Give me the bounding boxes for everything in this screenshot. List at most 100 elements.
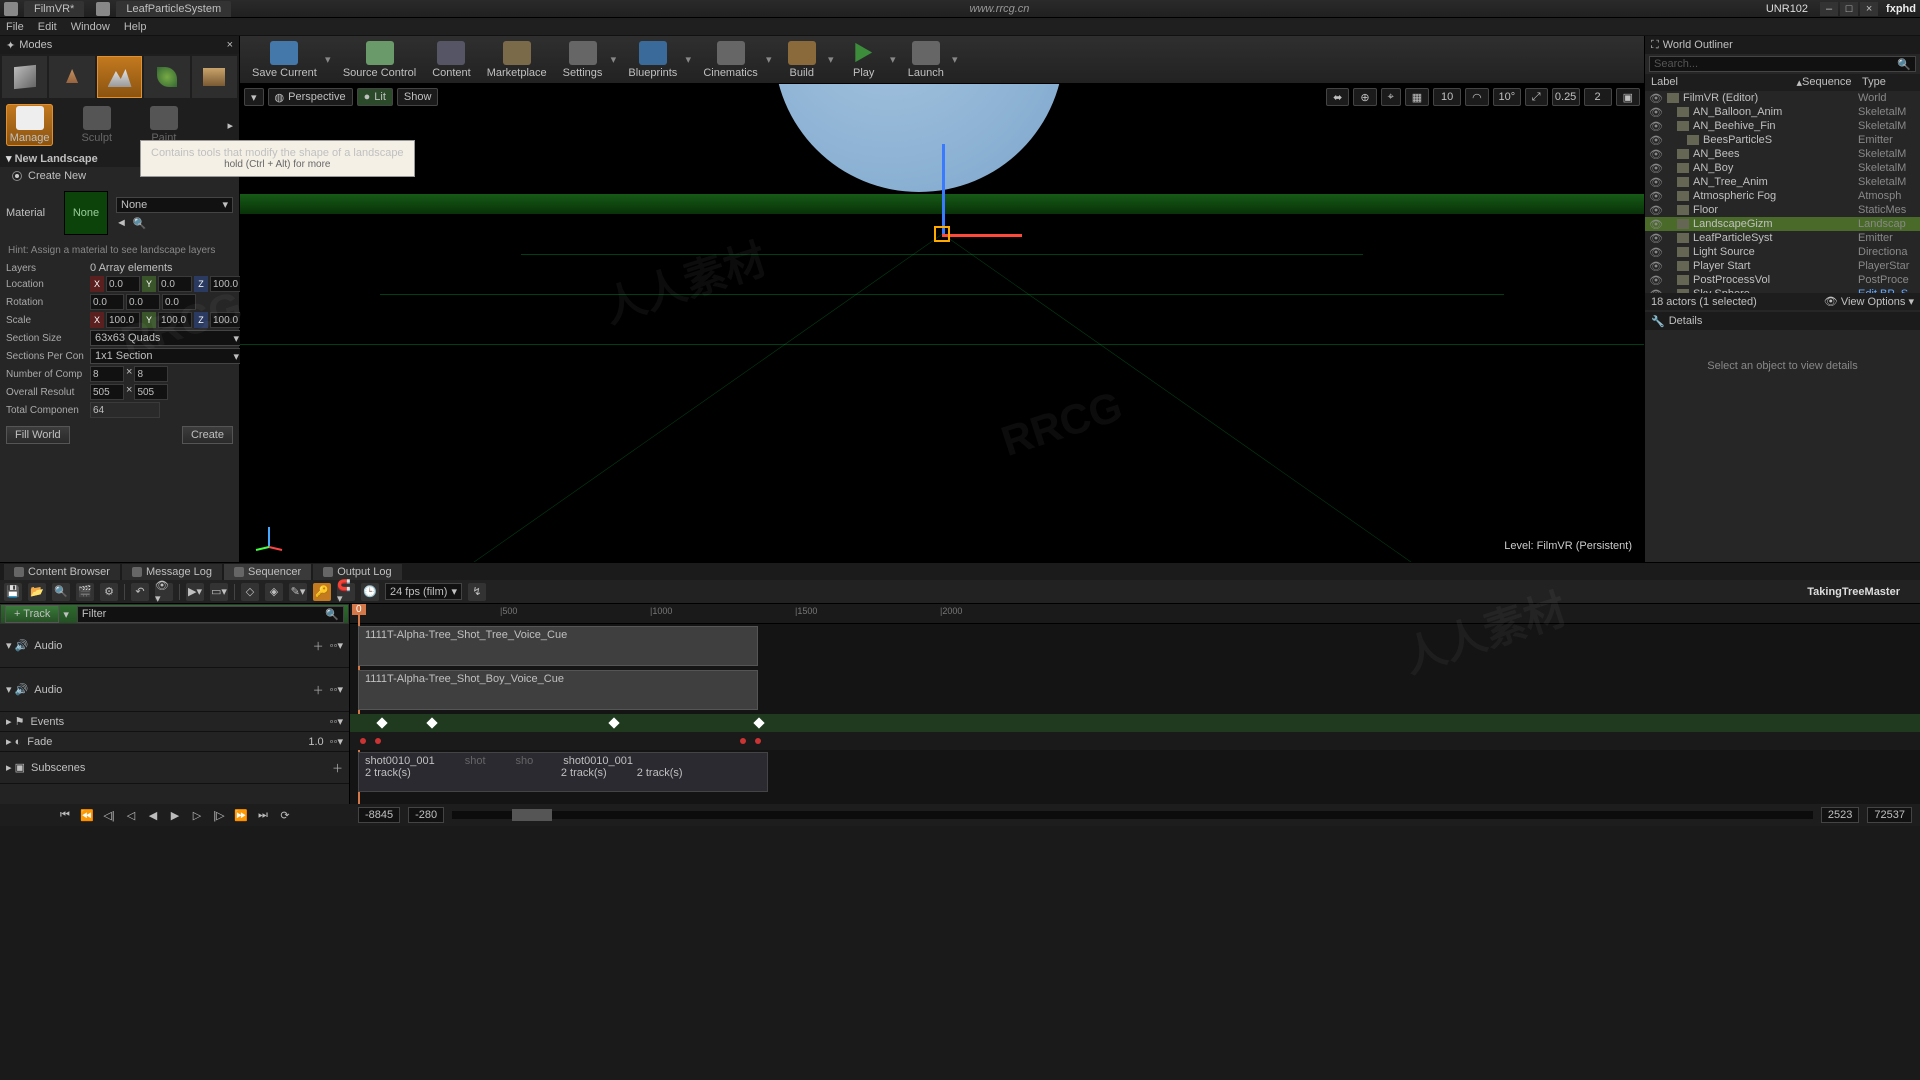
seq-snap-icon[interactable]: 🧲▾ [337, 583, 355, 601]
material-back-icon[interactable]: ◄ [116, 217, 127, 230]
outliner-row[interactable]: 👁FilmVR (Editor)World [1645, 91, 1920, 105]
lit-toggle[interactable]: ● Lit [357, 88, 393, 106]
outliner-row[interactable]: 👁BeesParticleSEmitter [1645, 133, 1920, 147]
close-button[interactable]: × [1860, 2, 1878, 16]
angle-snap[interactable]: ◠ [1465, 88, 1489, 106]
seq-settings-icon[interactable]: ⚙ [100, 583, 118, 601]
outliner-row[interactable]: 👁Light SourceDirectiona [1645, 245, 1920, 259]
chevron-down-icon[interactable]: ▾ [608, 39, 618, 81]
landscape-sculpt[interactable]: Sculpt [73, 104, 120, 146]
prev-key-icon[interactable]: ◁| [101, 808, 117, 822]
gizmo-x-axis[interactable] [942, 234, 1022, 237]
step-fwd-frame-icon[interactable]: ⏩ [233, 808, 249, 822]
visibility-icon[interactable]: 👁 [1649, 274, 1661, 287]
col-type[interactable]: Type [1862, 76, 1914, 89]
visibility-icon[interactable]: 👁 [1649, 92, 1661, 105]
transform-mode[interactable]: ⬌ [1326, 88, 1349, 106]
location-z[interactable]: 100.0 [210, 276, 244, 292]
chevron-down-icon[interactable]: ▾ [323, 39, 333, 81]
outliner-row[interactable]: 👁AN_Tree_AnimSkeletalM [1645, 175, 1920, 189]
viewport[interactable]: ▾ ◍ Perspective ● Lit Show ⬌ ⊕ ⌖ ▦ 10 ◠ … [240, 84, 1644, 562]
track-audio-1[interactable]: ▾ 🔊Audio＋◦◦▾ [0, 624, 349, 668]
tab-sequencer[interactable]: Sequencer [224, 564, 311, 580]
gizmo-z-axis[interactable] [942, 144, 945, 234]
seq-keyall-icon[interactable]: ◈ [265, 583, 283, 601]
viewport-options[interactable]: ▾ [244, 88, 264, 106]
view-options[interactable]: 👁 View Options ▾ [1824, 295, 1914, 308]
create-new-radio[interactable] [12, 171, 22, 181]
audio-clip-1[interactable]: 1111T-Alpha-Tree_Shot_Tree_Voice_Cue [358, 626, 758, 666]
overall-x[interactable]: 505 [90, 384, 124, 400]
chevron-down-icon[interactable]: ▾ [826, 39, 836, 81]
mode-foliage[interactable] [144, 56, 189, 98]
fade-value[interactable]: 1.0 [308, 736, 323, 748]
visibility-icon[interactable]: 👁 [1649, 106, 1661, 119]
seq-browse-icon[interactable]: 📂 [28, 583, 46, 601]
play-reverse-icon[interactable]: ◀ [145, 808, 161, 822]
scale-snap[interactable]: ⤢ [1525, 88, 1548, 106]
outliner-search[interactable]: Search... 🔍 [1649, 56, 1916, 72]
build-button[interactable]: Build [778, 39, 826, 81]
scale-y[interactable]: 100.0 [158, 312, 192, 328]
gizmo-origin[interactable] [934, 226, 950, 242]
tab-content-browser[interactable]: Content Browser [4, 564, 120, 580]
settings-button[interactable]: Settings [557, 39, 609, 81]
visibility-icon[interactable]: 👁 [1649, 232, 1661, 245]
angle-value[interactable]: 10° [1493, 88, 1521, 106]
outliner-row[interactable]: 👁AN_BoySkeletalM [1645, 161, 1920, 175]
perspective-toggle[interactable]: ◍ Perspective [268, 88, 353, 106]
seq-range-icon[interactable]: ▭▾ [210, 583, 228, 601]
add-section-icon[interactable]: ＋ [332, 760, 343, 776]
fade-key[interactable] [375, 738, 381, 744]
outliner-row[interactable]: 👁AN_Balloon_AnimSkeletalM [1645, 105, 1920, 119]
audio-clip-2[interactable]: 1111T-Alpha-Tree_Shot_Boy_Voice_Cue [358, 670, 758, 710]
section-size-dropdown[interactable]: 63x63 Quads▾ [90, 330, 244, 346]
minimize-button[interactable]: – [1820, 2, 1838, 16]
location-x[interactable]: 0.0 [106, 276, 140, 292]
range-scrollbar[interactable] [452, 811, 1813, 819]
launch-button[interactable]: Launch [902, 39, 950, 81]
range-out[interactable]: 2523 [1821, 807, 1859, 823]
add-track-chevron-icon[interactable]: ▾ [63, 608, 69, 621]
visibility-icon[interactable]: 👁 [1649, 260, 1661, 273]
event-key[interactable] [376, 717, 387, 728]
menu-window[interactable]: Window [71, 21, 110, 33]
visibility-icon[interactable]: 👁 [1649, 134, 1661, 147]
title-tab-1[interactable]: LeafParticleSystem [116, 1, 231, 17]
step-back-icon[interactable]: ◁ [123, 808, 139, 822]
outliner-row[interactable]: 👁Player StartPlayerStar [1645, 259, 1920, 273]
menu-help[interactable]: Help [124, 21, 147, 33]
track-events[interactable]: ▸ ⚑Events◦◦▾ [0, 712, 349, 732]
create-button[interactable]: Create [182, 426, 233, 444]
num-comp-y[interactable]: 8 [134, 366, 168, 382]
col-label[interactable]: Label [1651, 76, 1796, 89]
event-key[interactable] [753, 717, 764, 728]
mode-landscape[interactable] [97, 56, 142, 98]
loop-icon[interactable]: ⟳ [277, 808, 293, 822]
event-key[interactable] [426, 717, 437, 728]
camera-speed[interactable]: 2 [1584, 88, 1612, 106]
content-button[interactable]: Content [426, 39, 477, 81]
track-audio-2[interactable]: ▾ 🔊Audio＋◦◦▾ [0, 668, 349, 712]
outliner-row[interactable]: 👁AN_Beehive_FinSkeletalM [1645, 119, 1920, 133]
scale-x[interactable]: 100.0 [106, 312, 140, 328]
scale-z[interactable]: 100.0 [210, 312, 244, 328]
add-section-icon[interactable]: ＋ [313, 638, 324, 654]
outliner-row[interactable]: 👁FloorStaticMes [1645, 203, 1920, 217]
track-fade[interactable]: ▸ ◐Fade1.0◦◦▾ [0, 732, 349, 752]
mode-geometry[interactable] [192, 56, 237, 98]
seq-undo-icon[interactable]: ↶ [131, 583, 149, 601]
add-track-button[interactable]: + Track [5, 605, 59, 623]
save-current-button[interactable]: Save Current [246, 39, 323, 81]
visibility-icon[interactable]: 👁 [1649, 176, 1661, 189]
col-sequence[interactable]: Sequence [1802, 76, 1862, 89]
visibility-icon[interactable]: 👁 [1649, 204, 1661, 217]
track-filter[interactable]: Filter🔍 [77, 606, 344, 623]
seq-search-icon[interactable]: 🔍 [52, 583, 70, 601]
scale-value[interactable]: 0.25 [1552, 88, 1580, 106]
seq-autokey-icon[interactable]: 🔑 [313, 583, 331, 601]
seq-play-icon[interactable]: ▶▾ [186, 583, 204, 601]
range-in2[interactable]: -280 [408, 807, 444, 823]
visibility-icon[interactable]: 👁 [1649, 246, 1661, 259]
goto-end-icon[interactable]: ⏭ [255, 808, 271, 822]
